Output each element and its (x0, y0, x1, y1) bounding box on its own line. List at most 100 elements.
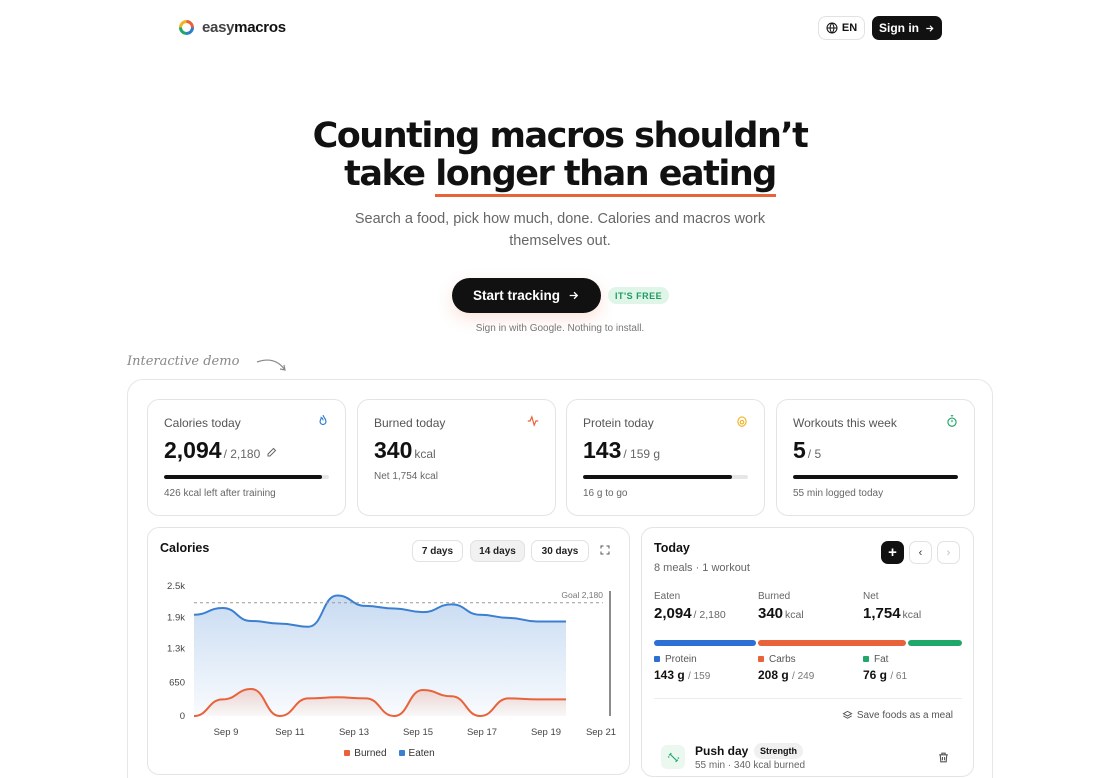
entry-name: Push day (695, 744, 749, 758)
x-tick-label: Sep 13 (339, 727, 369, 738)
legend-eaten: Eaten (398, 748, 435, 759)
logo-ring-icon (179, 20, 194, 35)
save-as-meal-button[interactable]: Save foods as a meal (842, 710, 953, 721)
stat-value: 2,094/ 2,180 (164, 437, 278, 464)
start-tracking-label: Start tracking (472, 288, 561, 303)
stat-value: 340 kcal (374, 437, 436, 463)
sign-in-button[interactable]: Sign in (872, 16, 942, 40)
start-tracking-button[interactable]: Start tracking (452, 278, 601, 313)
arrow-right-icon (569, 291, 579, 300)
stat-subtext: 426 kcal left after training (164, 488, 276, 499)
y-tick-label: 2.5k (167, 581, 185, 592)
free-badge: IT'S FREE (608, 287, 670, 304)
y-tick-label: 650 (169, 677, 185, 688)
summary-eaten: Eaten 2,094/ 2,180 (654, 591, 726, 622)
x-tick-label: Sep 11 (275, 727, 304, 738)
next-day-button[interactable]: › (937, 541, 960, 564)
sign-in-label: Sign in (879, 21, 919, 35)
calories-chart[interactable]: 2.5k 1.9k 1.3k 650 0 Goal 2,180 Sep 9 Sep 11 Sep… (148, 568, 631, 744)
x-tick-label: Sep 15 (403, 727, 433, 738)
progress-fill (793, 475, 958, 479)
stat-subtext: Net 1,754 kcal (374, 471, 438, 482)
egg-icon (737, 416, 747, 427)
entry-tag: Strength (754, 743, 803, 759)
range-30-days[interactable]: 30 days (531, 540, 589, 562)
list-item[interactable]: Push day Strength 55 min · 340 kcal burn… (654, 741, 962, 777)
progress-fill (164, 475, 323, 479)
goal-label: Goal 2,180 (561, 590, 603, 600)
hero-title-underlined: longer than eating (435, 154, 777, 197)
stat-card-protein[interactable]: Protein today 143/ 159 g 16 g to go (566, 399, 765, 516)
chevron-right-icon: › (946, 546, 951, 559)
previous-day-button[interactable]: ‹ (909, 541, 932, 564)
macro-carbs: Carbs 208 g / 249 (758, 654, 815, 682)
macro-fat: Fat 76 g / 61 (863, 654, 908, 682)
interactive-demo: Calories today 2,094/ 2,180 426 kcal lef… (127, 379, 993, 778)
x-tick-label: Sep 19 (531, 727, 561, 738)
chevron-left-icon: ‹ (918, 546, 923, 559)
stat-value: 143/ 159 g (583, 437, 661, 463)
summary-net: Net 1,754 kcal (863, 591, 922, 622)
curved-arrow-icon (256, 359, 286, 371)
layers-icon (842, 710, 853, 719)
y-tick-label: 1.3k (167, 644, 185, 655)
brand-logo[interactable]: easymacros (179, 19, 286, 36)
progress-bar (164, 475, 329, 479)
macro-segment-protein (654, 640, 756, 646)
range-7-days[interactable]: 7 days (412, 540, 463, 562)
stat-card-calories[interactable]: Calories today 2,094/ 2,180 426 kcal lef… (147, 399, 346, 516)
today-meta: 8 meals · 1 workout (654, 562, 750, 574)
brand-name: easymacros (202, 19, 286, 36)
x-tick-label: Sep 21 (586, 727, 616, 738)
expand-icon[interactable] (599, 544, 611, 556)
x-tick-label: Sep 17 (467, 727, 497, 738)
progress-bar (583, 475, 748, 479)
stat-value: 5/ 5 (793, 437, 822, 463)
today-card: Today 8 meals · 1 workout + ‹ › Eaten 2,… (641, 527, 974, 777)
macro-distribution-bar (654, 640, 962, 646)
arrow-right-icon (926, 24, 934, 32)
macro-protein: Protein 143 g / 159 (654, 654, 711, 682)
stat-subtext: 55 min logged today (793, 488, 884, 499)
dumbbell-icon (661, 745, 685, 769)
legend-burned: Burned (344, 748, 387, 759)
hero-title-line2: take longer than eating (0, 154, 1120, 197)
hero-subtitle: Search a food, pick how much, done. Calo… (354, 211, 766, 249)
today-title: Today (654, 541, 690, 555)
hero-title: Counting macros shouldn’t take longer th… (0, 116, 1120, 197)
edit-icon[interactable] (266, 446, 278, 458)
stat-label: Calories today (164, 416, 241, 430)
save-as-meal-label: Save foods as a meal (856, 710, 953, 721)
progress-fill (583, 475, 732, 479)
trash-icon[interactable] (937, 751, 950, 764)
stat-subtext: 16 g to go (583, 488, 628, 499)
divider (654, 698, 962, 699)
chart-legend: Burned Eaten (148, 748, 631, 759)
y-tick-label: 0 (180, 711, 185, 722)
stat-label: Protein today (583, 416, 654, 430)
progress-bar (793, 475, 958, 479)
macro-segment-fat (907, 640, 962, 646)
stat-label: Burned today (374, 416, 446, 430)
demo-label: Interactive demo (127, 354, 240, 369)
summary-burned: Burned 340 kcal (758, 591, 804, 622)
globe-icon (826, 22, 838, 34)
hero-title-line1: Counting macros shouldn’t (312, 116, 809, 156)
entry-details: 55 min · 340 kcal burned (695, 760, 806, 771)
timer-icon (947, 415, 957, 427)
x-tick-label: Sep 9 (214, 727, 239, 738)
calories-chart-card: Calories 7 days 14 days 30 days 2.5k 1.9k… (147, 527, 630, 775)
plus-icon: + (888, 544, 897, 561)
language-button[interactable]: EN (818, 16, 865, 40)
range-14-days[interactable]: 14 days (470, 540, 525, 562)
stat-card-burned[interactable]: Burned today 340 kcal Net 1,754 kcal (357, 399, 556, 516)
add-entry-button[interactable]: + (881, 541, 904, 564)
stat-label: Workouts this week (793, 416, 897, 430)
signin-note: Sign in with Google. Nothing to install. (475, 323, 645, 334)
activity-icon (527, 415, 539, 427)
stat-card-workouts[interactable]: Workouts this week 5/ 5 55 min logged to… (776, 399, 975, 516)
flame-icon (319, 414, 327, 426)
language-label: EN (841, 22, 858, 34)
top-bar: easymacros EN Sign in (0, 0, 1120, 56)
chart-title: Calories (160, 541, 210, 555)
